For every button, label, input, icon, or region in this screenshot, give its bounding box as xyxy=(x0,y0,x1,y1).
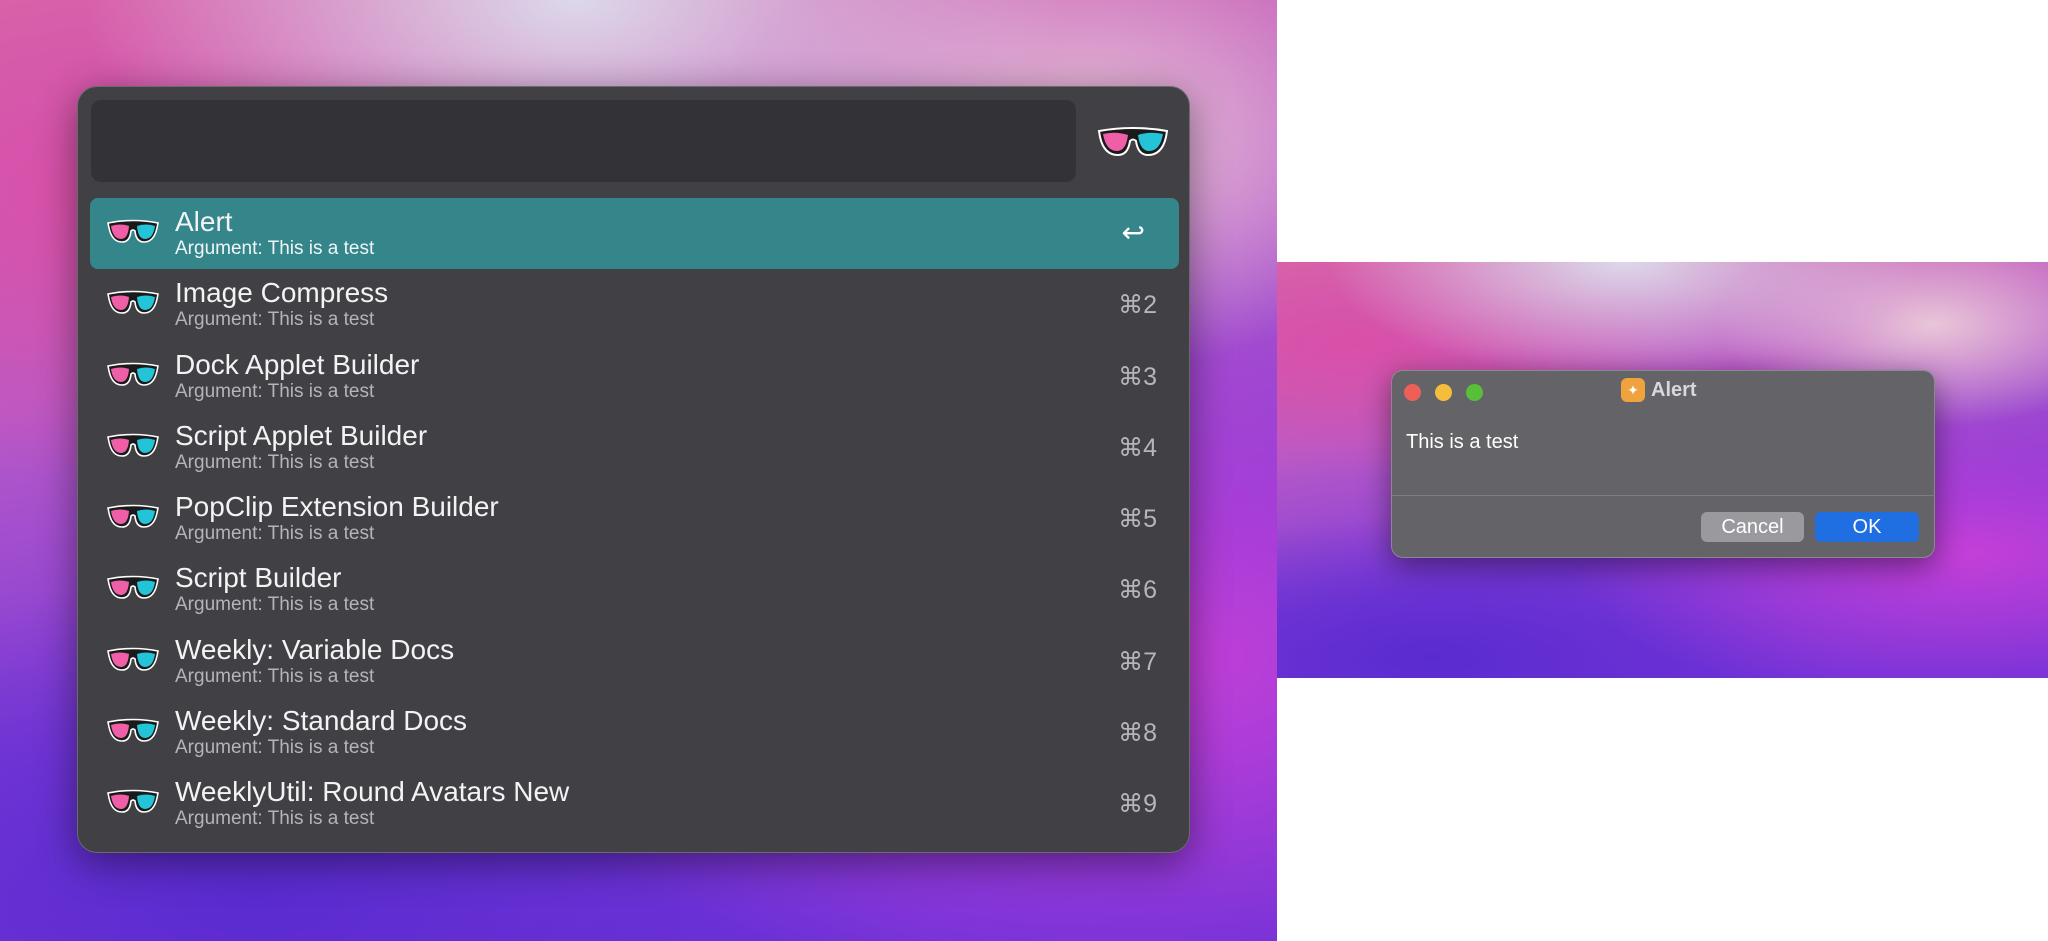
result-item[interactable]: Alert Argument: This is a test ↩ xyxy=(90,198,1179,269)
sunglasses-icon xyxy=(1097,127,1169,157)
result-subtitle: Argument: This is a test xyxy=(175,737,375,759)
cancel-button[interactable]: Cancel xyxy=(1701,512,1804,542)
result-subtitle: Argument: This is a test xyxy=(175,380,375,402)
result-item[interactable]: WeeklyUtil: Round Avatars New Argument: T… xyxy=(90,768,1179,839)
result-shortcut: ⌘9 xyxy=(1118,790,1157,819)
result-shortcut: ⌘4 xyxy=(1118,433,1157,462)
result-item[interactable]: Image Compress Argument: This is a test ⌘2 xyxy=(90,269,1179,340)
sunglasses-icon xyxy=(107,647,159,671)
sunglasses-icon xyxy=(107,718,159,742)
result-shortcut: ⌘5 xyxy=(1118,505,1157,534)
sunglasses-icon xyxy=(107,433,159,457)
result-item[interactable]: Dock Applet Builder Argument: This is a t… xyxy=(90,341,1179,412)
result-shortcut: ↩ xyxy=(1121,217,1145,248)
result-shortcut: ⌘3 xyxy=(1118,362,1157,391)
result-title: Alert xyxy=(175,206,233,237)
result-title: Dock Applet Builder xyxy=(175,348,420,380)
dialog-message: This is a test xyxy=(1406,431,1519,453)
sunglasses-icon xyxy=(107,290,159,315)
divider xyxy=(1392,495,1934,496)
result-title: Script Applet Builder xyxy=(175,419,428,451)
result-subtitle: Argument: This is a test xyxy=(175,309,375,331)
result-item[interactable]: Script Applet Builder Argument: This is a… xyxy=(90,412,1179,483)
result-subtitle: Argument: This is a test xyxy=(175,523,375,545)
result-item[interactable]: Script Builder Argument: This is a test ⌘6 xyxy=(90,554,1179,625)
sunglasses-icon xyxy=(107,362,159,386)
result-shortcut: ⌘8 xyxy=(1118,719,1157,748)
sunglasses-icon xyxy=(107,504,159,528)
close-button[interactable] xyxy=(1404,384,1421,401)
result-title: PopClip Extension Builder xyxy=(175,491,499,523)
result-subtitle: Argument: This is a test xyxy=(175,665,375,687)
app-icon: ✦ xyxy=(1621,378,1645,402)
results-list: Alert Argument: This is a test ↩ Image Comp… xyxy=(90,198,1179,840)
result-subtitle: Argument: This is a test xyxy=(175,238,375,259)
result-item[interactable]: PopClip Extension Builder Argument: This … xyxy=(90,483,1179,554)
result-item[interactable]: Weekly: Variable Docs Argument: This is a… xyxy=(90,626,1179,697)
result-subtitle: Argument: This is a test xyxy=(175,594,375,616)
dialog-title: Alert xyxy=(1651,379,1697,401)
search-input[interactable] xyxy=(91,100,1076,182)
sunglasses-icon xyxy=(107,790,159,814)
result-title: Weekly: Variable Docs xyxy=(175,633,455,665)
result-item[interactable]: Weekly: Standard Docs Argument: This is a… xyxy=(90,697,1179,768)
result-subtitle: Argument: This is a test xyxy=(175,808,375,830)
minimize-button[interactable] xyxy=(1435,384,1452,401)
sunglasses-icon xyxy=(107,576,159,600)
result-shortcut: ⌘2 xyxy=(1118,291,1157,320)
ok-button[interactable]: OK xyxy=(1815,512,1919,542)
result-subtitle: Argument: This is a test xyxy=(175,451,375,473)
alert-dialog: ✦ Alert This is a test Cancel OK xyxy=(1391,370,1935,558)
launcher-window: Alert Argument: This is a test ↩ Image Comp… xyxy=(77,86,1190,853)
zoom-button[interactable] xyxy=(1466,384,1483,401)
result-shortcut: ⌘6 xyxy=(1118,576,1157,605)
result-title: Image Compress xyxy=(175,277,389,309)
result-title: WeeklyUtil: Round Avatars New xyxy=(175,776,570,808)
result-title: Weekly: Standard Docs xyxy=(175,705,468,737)
result-shortcut: ⌘7 xyxy=(1118,647,1157,676)
sunglasses-icon xyxy=(107,219,159,243)
result-title: Script Builder xyxy=(175,562,342,594)
